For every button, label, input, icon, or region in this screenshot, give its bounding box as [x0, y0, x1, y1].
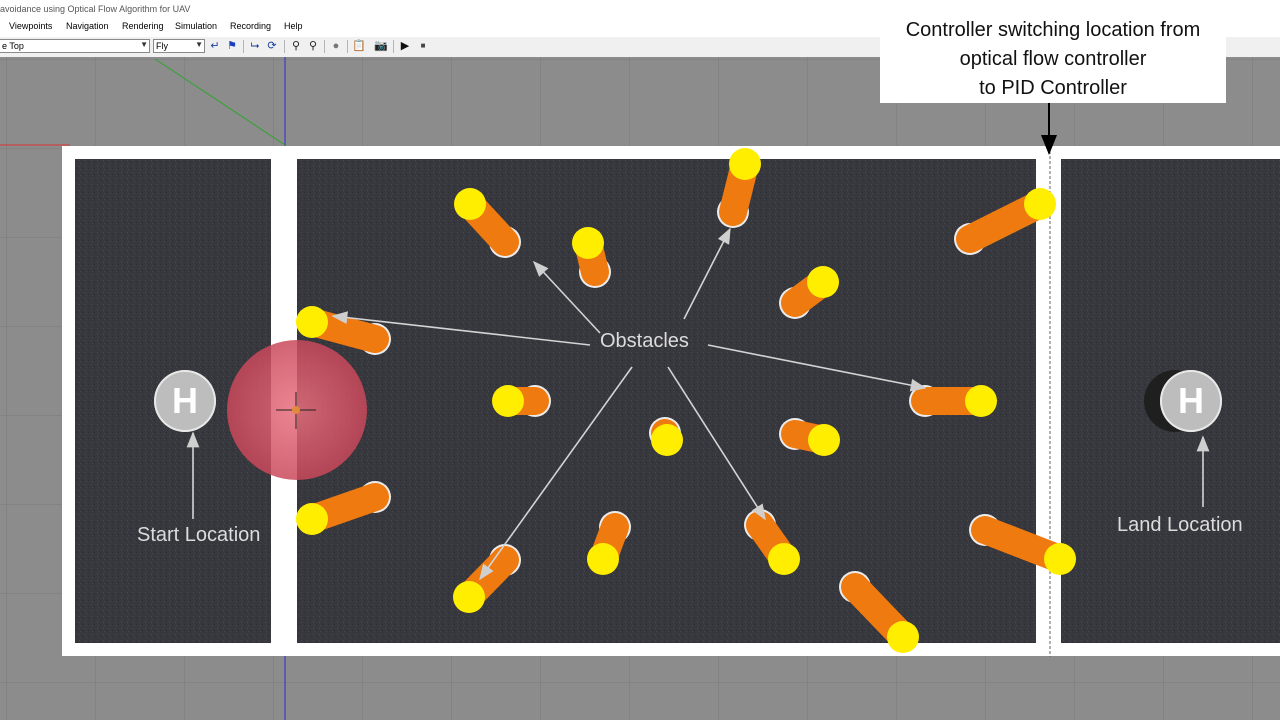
callout-line: optical flow controller	[959, 48, 1147, 70]
obstacle-cap	[887, 621, 919, 653]
menu-navigation[interactable]: Navigation	[66, 21, 109, 31]
land-helipad: H	[1160, 370, 1222, 432]
viewpoint-select-value: e Top	[2, 41, 24, 51]
start-helipad: H	[154, 370, 216, 432]
start-location-label: Start Location	[137, 524, 261, 546]
toolbar-separator	[393, 40, 394, 53]
menu-help[interactable]: Help	[284, 21, 303, 31]
obstacle-cap	[651, 424, 683, 456]
refresh-icon[interactable]: ⟳	[265, 39, 279, 53]
obstacle	[492, 385, 551, 417]
play-icon[interactable]: ▶	[398, 39, 412, 53]
clipboard-icon[interactable]: 📋	[352, 39, 366, 53]
obstacle-cap	[453, 581, 485, 613]
obstacle-cap	[729, 148, 761, 180]
flag-icon[interactable]: ⚑	[225, 39, 239, 53]
callout-line: Controller switching location from	[905, 19, 1201, 41]
chevron-down-icon: ▼	[195, 40, 203, 49]
helipad-letter: H	[1178, 380, 1204, 421]
viewpoint-select[interactable]: e Top ▼	[0, 39, 150, 53]
navigation-select-value: Fly	[156, 41, 168, 51]
stop-icon[interactable]: ■	[416, 39, 430, 53]
toolbar-separator	[347, 40, 348, 53]
toolbar-separator	[324, 40, 325, 53]
obstacle-cap	[1044, 543, 1076, 575]
record-icon[interactable]: ●	[329, 39, 343, 53]
obstacle	[909, 385, 997, 417]
obstacle-cap	[587, 543, 619, 575]
menu-recording[interactable]: Recording	[230, 21, 271, 31]
obstacle-cap	[768, 543, 800, 575]
undo-arrow-icon[interactable]: ↵	[208, 39, 222, 53]
menu-rendering[interactable]: Rendering	[122, 21, 164, 31]
camera-icon[interactable]: 📷	[374, 39, 388, 53]
obstacle-cap	[454, 188, 486, 220]
navigation-select[interactable]: Fly ▼	[153, 39, 205, 53]
obstacle-cap	[808, 424, 840, 456]
simulation-viewport[interactable]: H H Obstacles Start Location Land Locati…	[0, 57, 1280, 720]
toolbar-separator	[284, 40, 285, 53]
obstacle-cap	[572, 227, 604, 259]
obstacle-cap	[492, 385, 524, 417]
align-icon[interactable]: ⮡	[248, 39, 262, 53]
toolbar-separator	[243, 40, 244, 53]
menu-viewpoints[interactable]: Viewpoints	[9, 21, 52, 31]
obstacles-label: Obstacles	[600, 330, 689, 352]
zoom-in-icon[interactable]: ⚲	[289, 39, 303, 53]
obstacle-cap	[296, 306, 328, 338]
controller-switch-callout: Controller switching location from optic…	[880, 16, 1226, 103]
callout-line: to PID Controller	[979, 77, 1127, 99]
obstacle-cap	[1024, 188, 1056, 220]
zoom-out-icon[interactable]: ⚲	[306, 39, 320, 53]
menu-simulation[interactable]: Simulation	[175, 21, 217, 31]
obstacle-cap	[965, 385, 997, 417]
chevron-down-icon: ▼	[140, 40, 148, 49]
land-location-label: Land Location	[1117, 514, 1243, 536]
obstacle-cap	[296, 503, 328, 535]
helipad-letter: H	[172, 380, 198, 421]
obstacle-cap	[807, 266, 839, 298]
window-title: avoidance using Optical Flow Algorithm f…	[0, 4, 191, 14]
